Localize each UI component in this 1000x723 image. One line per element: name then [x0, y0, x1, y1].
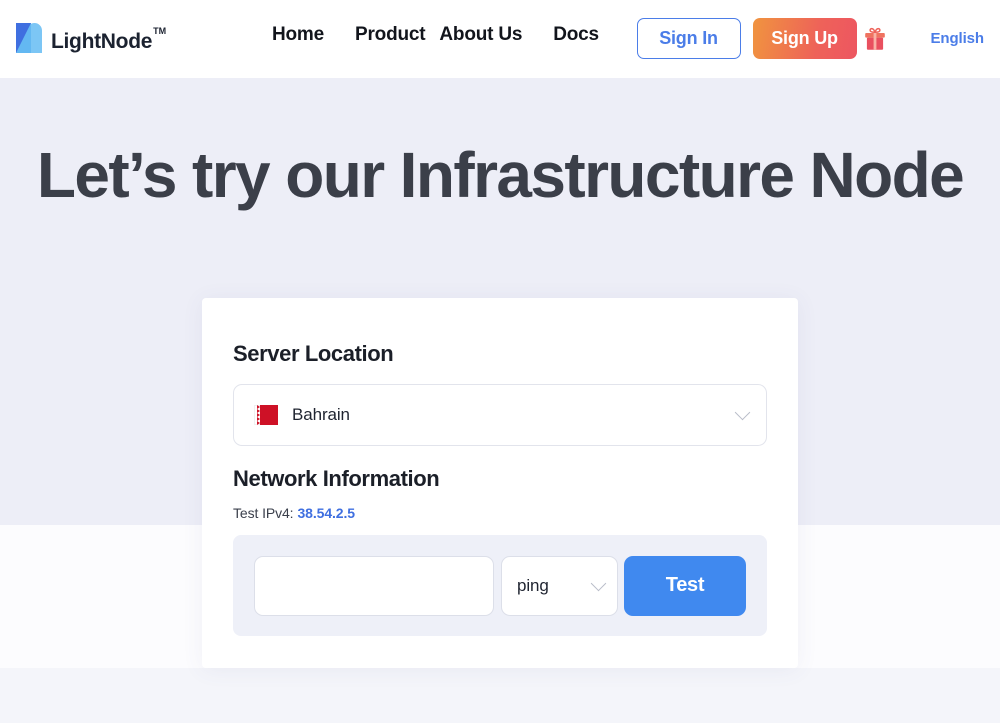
logo-trademark: TM: [153, 26, 167, 36]
nav-item-product[interactable]: Product: [355, 24, 426, 46]
test-tool-select[interactable]: ping: [501, 555, 618, 616]
page-title: Let’s try our Infrastructure Node: [36, 139, 965, 211]
gift-icon[interactable]: [864, 27, 886, 51]
logo-wordmark: LightNode: [51, 30, 153, 53]
nav-item-home[interactable]: Home: [272, 24, 324, 46]
site-header: LightNodeTM Home Product About Us Docs S…: [0, 0, 1000, 78]
sign-in-button[interactable]: Sign In: [636, 18, 741, 59]
test-target-input[interactable]: [254, 555, 494, 616]
network-test-panel: ping Test: [233, 535, 767, 636]
header-actions: Sign In Sign Up English: [636, 18, 985, 59]
server-location-value: Bahrain: [292, 405, 350, 424]
network-information-heading: Network Information: [233, 466, 440, 491]
chevron-down-icon: [590, 575, 607, 591]
lightnode-logo-icon: [16, 23, 42, 53]
logo-text: LightNodeTM: [51, 22, 167, 57]
server-location-select[interactable]: Bahrain: [233, 384, 767, 446]
node-test-card: Server Location Bahrain Network Informat…: [202, 298, 798, 668]
bahrain-flag-icon: [254, 405, 278, 425]
server-location-heading: Server Location: [233, 341, 394, 366]
test-tool-value: ping: [517, 575, 549, 595]
chevron-down-icon: [734, 404, 751, 421]
nav-item-about-us[interactable]: About Us: [439, 24, 522, 46]
test-ipv4-label: Test IPv4:: [233, 505, 294, 521]
logo[interactable]: LightNodeTM: [16, 22, 167, 57]
page-bottom-wash: [0, 668, 1000, 723]
nav-item-docs[interactable]: Docs: [553, 24, 599, 46]
test-button[interactable]: Test: [624, 555, 746, 616]
test-ipv4-value[interactable]: 38.54.2.5: [297, 505, 355, 521]
main-navigation: Home Product About Us Docs: [272, 24, 599, 46]
sign-up-button[interactable]: Sign Up: [752, 18, 857, 59]
test-ipv4-row: Test IPv4: 38.54.2.5: [233, 505, 767, 521]
language-selector[interactable]: English: [931, 30, 985, 47]
